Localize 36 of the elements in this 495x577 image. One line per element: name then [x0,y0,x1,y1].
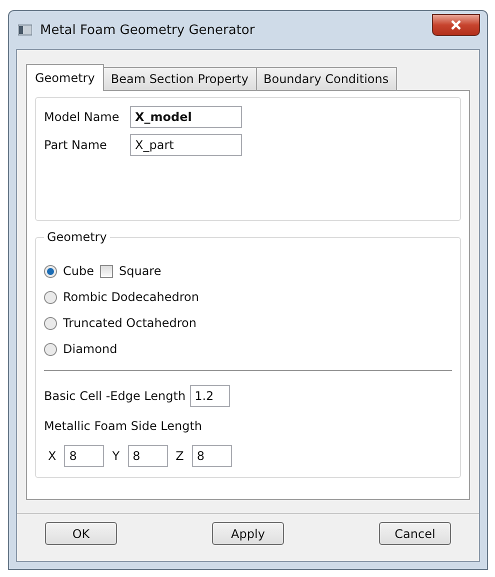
radio-button[interactable] [44,264,57,278]
app-icon [18,24,32,36]
input-field[interactable]: 8 [64,445,104,467]
close-button[interactable] [432,14,480,36]
axis-label: X [48,449,56,463]
radio-label: Diamond [63,342,118,356]
dialog-button[interactable]: Cancel [379,522,451,545]
dialog-button[interactable]: OK [45,522,117,545]
radio-label: Rombic Dodecahedron [63,290,199,304]
checkbox-label: Square [118,264,162,278]
radio-label: Truncated Octahedron [63,316,197,330]
axis-label: Y [112,449,120,463]
radio-button[interactable] [44,290,57,304]
axis-label: Z [176,449,184,463]
input-field[interactable]: 8 [128,445,168,467]
input-field[interactable]: 8 [192,445,232,467]
tab[interactable]: Geometry [26,64,104,91]
section-label: Metallic Foam Side Length [44,419,204,433]
field-label: Model Name [44,110,120,124]
field-value: X_model [135,110,192,124]
dialog-button[interactable]: Apply [212,522,284,545]
radio-button[interactable] [44,316,57,330]
tab[interactable]: Beam Section Property [102,67,256,90]
radio-label: Cube [63,264,94,278]
tab[interactable]: Boundary Conditions [256,67,397,90]
input-field[interactable]: 1.2 [190,385,230,407]
close-icon [450,20,462,30]
window-title: Metal Foam Geometry Generator [40,22,255,38]
field-label: Part Name [44,138,108,152]
input-field[interactable]: X_part [130,134,242,156]
field-value: X_part [135,138,174,152]
checkbox[interactable] [100,264,113,278]
input-field[interactable]: X_model [130,106,242,128]
radio-button[interactable] [44,342,57,356]
field-label: Basic Cell -Edge Length [44,389,186,403]
group-title: Geometry [44,230,110,244]
